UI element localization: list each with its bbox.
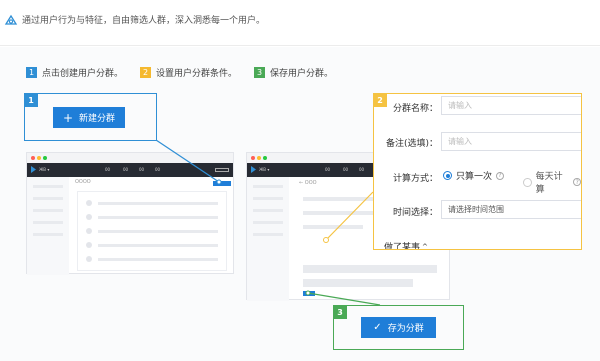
mock-save-button: [303, 291, 315, 296]
mock-back-link: ← OOO: [299, 180, 317, 186]
header-description: 通过用户行为与特征，自由筛选人群，深入洞悉每一个用户。: [22, 16, 266, 26]
step-badge: 3: [254, 66, 265, 78]
minimize-dot: [37, 156, 41, 160]
mock-tab: 00: [325, 167, 331, 172]
maximize-dot: [43, 156, 47, 160]
segment-name-label: 分群名称：: [392, 104, 438, 114]
mock-tab: 00: [105, 167, 111, 172]
time-select-label: 时间选择：: [392, 208, 438, 218]
maximize-dot: [263, 156, 267, 160]
calc-method-label: 计算方式：: [392, 174, 438, 184]
mock-tab: 00: [139, 167, 145, 172]
radio-selected-icon: [443, 171, 452, 180]
step-badge: 2: [140, 66, 151, 78]
close-dot: [251, 156, 255, 160]
mock-tab: 00: [155, 167, 161, 172]
mock-tab: 00: [359, 167, 365, 172]
new-segment-button[interactable]: + 新建分群: [53, 107, 125, 128]
chevron-up-icon: ^: [422, 242, 428, 250]
question-circle-icon: ?: [496, 171, 505, 180]
step-label: 设置用户分群条件。: [156, 68, 238, 79]
mock-window-left: ЖВ ▾ 00 00 00 00 OOOO: [26, 152, 234, 275]
plus-icon: +: [62, 110, 74, 125]
callout-step-1: 1 + 新建分群: [24, 93, 157, 141]
page-header: 通过用户行为与特征，自由筛选人群，深入洞悉每一个用户。: [0, 0, 600, 46]
logo-icon: [251, 166, 256, 173]
step-label: 保存用户分群。: [270, 68, 334, 79]
logo-icon: [31, 166, 36, 173]
step-1: 1 点击创建用户分群。: [26, 65, 123, 79]
mock-table: [77, 191, 227, 271]
close-dot: [31, 156, 35, 160]
calc-daily-radio[interactable]: 每天计算 ?: [523, 169, 581, 195]
callout-step-3: 3 ✓ 存为分群: [333, 305, 464, 350]
mock-navbar: ЖВ ▾ 00 00 00 00: [27, 163, 233, 177]
mock-sidebar: [27, 177, 69, 275]
callout-badge: 1: [24, 93, 38, 107]
step-label: 点击创建用户分群。: [42, 68, 124, 79]
mock-sidebar: [247, 177, 289, 301]
step-3: 3 保存用户分群。: [254, 65, 333, 79]
check-icon: ✓: [373, 322, 382, 333]
callout-step-2: 2 分群名称： 请输入 备注(选填)： 请输入 计算方式： 只算一次 ? 每天计…: [373, 93, 582, 250]
question-circle-icon: ?: [573, 178, 581, 186]
mock-tab: 00: [343, 167, 349, 172]
did-something-toggle[interactable]: 做了某事 ^: [384, 240, 428, 250]
mock-titlebar: [27, 153, 233, 163]
segment-name-input[interactable]: 请输入: [441, 96, 581, 115]
step-badge: 1: [26, 66, 37, 78]
user-group-icon: [4, 14, 18, 25]
step-2: 2 设置用户分群条件。: [140, 65, 237, 79]
mock-new-segment-button: [213, 181, 231, 186]
callout-badge: 3: [333, 305, 347, 319]
mock-tab: 00: [123, 167, 129, 172]
calc-once-radio[interactable]: 只算一次 ?: [443, 169, 505, 182]
note-input[interactable]: 请输入: [441, 132, 581, 151]
radio-unselected-icon: [523, 177, 532, 187]
minimize-dot: [257, 156, 261, 160]
time-range-select[interactable]: 请选择时间范围: [441, 200, 581, 219]
note-label: 备注(选填)：: [385, 139, 438, 149]
save-segment-button[interactable]: ✓ 存为分群: [361, 317, 436, 338]
